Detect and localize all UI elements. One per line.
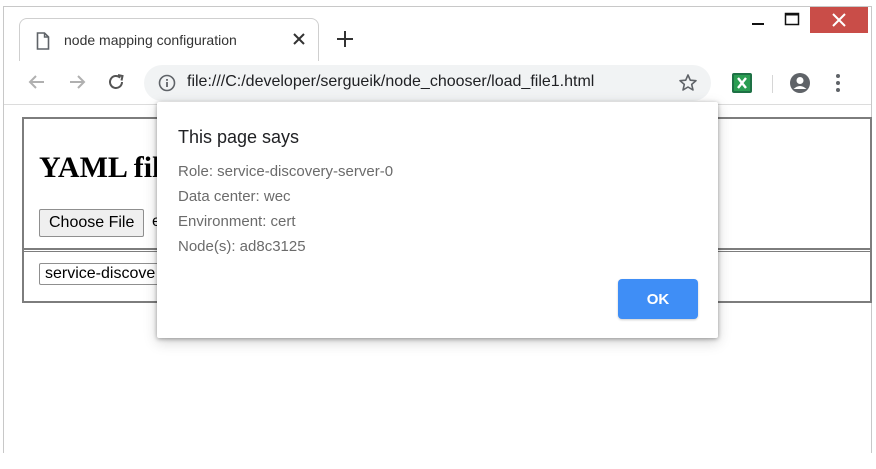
back-arrow-icon[interactable] [26,71,48,93]
toolbar-divider [772,75,773,93]
title-bar: node mapping configuration [4,7,871,61]
document-icon [36,32,50,50]
more-menu-icon[interactable] [834,72,842,94]
minimize-icon[interactable] [746,7,770,33]
info-icon[interactable] [158,74,176,92]
url-text[interactable]: file:///C:/developer/sergueik/node_choos… [187,73,594,91]
bookmark-star-icon[interactable] [678,73,698,93]
browser-tab[interactable]: node mapping configuration [19,18,319,61]
tab-title: node mapping configuration [64,32,237,48]
browser-toolbar: file:///C:/developer/sergueik/node_choos… [4,61,871,105]
page-heading: YAML fil [39,151,161,184]
dialog-role-line: Role: service-discovery-server-0 [178,163,394,180]
ok-button[interactable]: OK [618,279,698,319]
close-tab-icon[interactable] [290,30,308,48]
dialog-environment-line: Environment: cert [178,213,296,230]
reload-icon[interactable] [105,71,127,93]
dialog-nodes-line: Node(s): ad8c3125 [178,238,306,255]
account-icon[interactable] [789,72,811,94]
dialog-datacenter-line: Data center: wec [178,188,291,205]
address-bar[interactable]: file:///C:/developer/sergueik/node_choos… [144,65,711,101]
choose-file-button[interactable]: Choose File [39,209,145,237]
window-close-icon[interactable] [810,7,868,33]
role-select-value: service-discove [45,265,156,282]
alert-dialog: This page says Role: service-discovery-s… [157,102,718,338]
excel-extension-icon[interactable] [731,72,753,94]
dialog-title: This page says [178,127,300,147]
new-tab-icon[interactable] [335,29,355,49]
maximize-icon[interactable] [780,7,804,33]
forward-arrow-icon[interactable] [66,71,88,93]
